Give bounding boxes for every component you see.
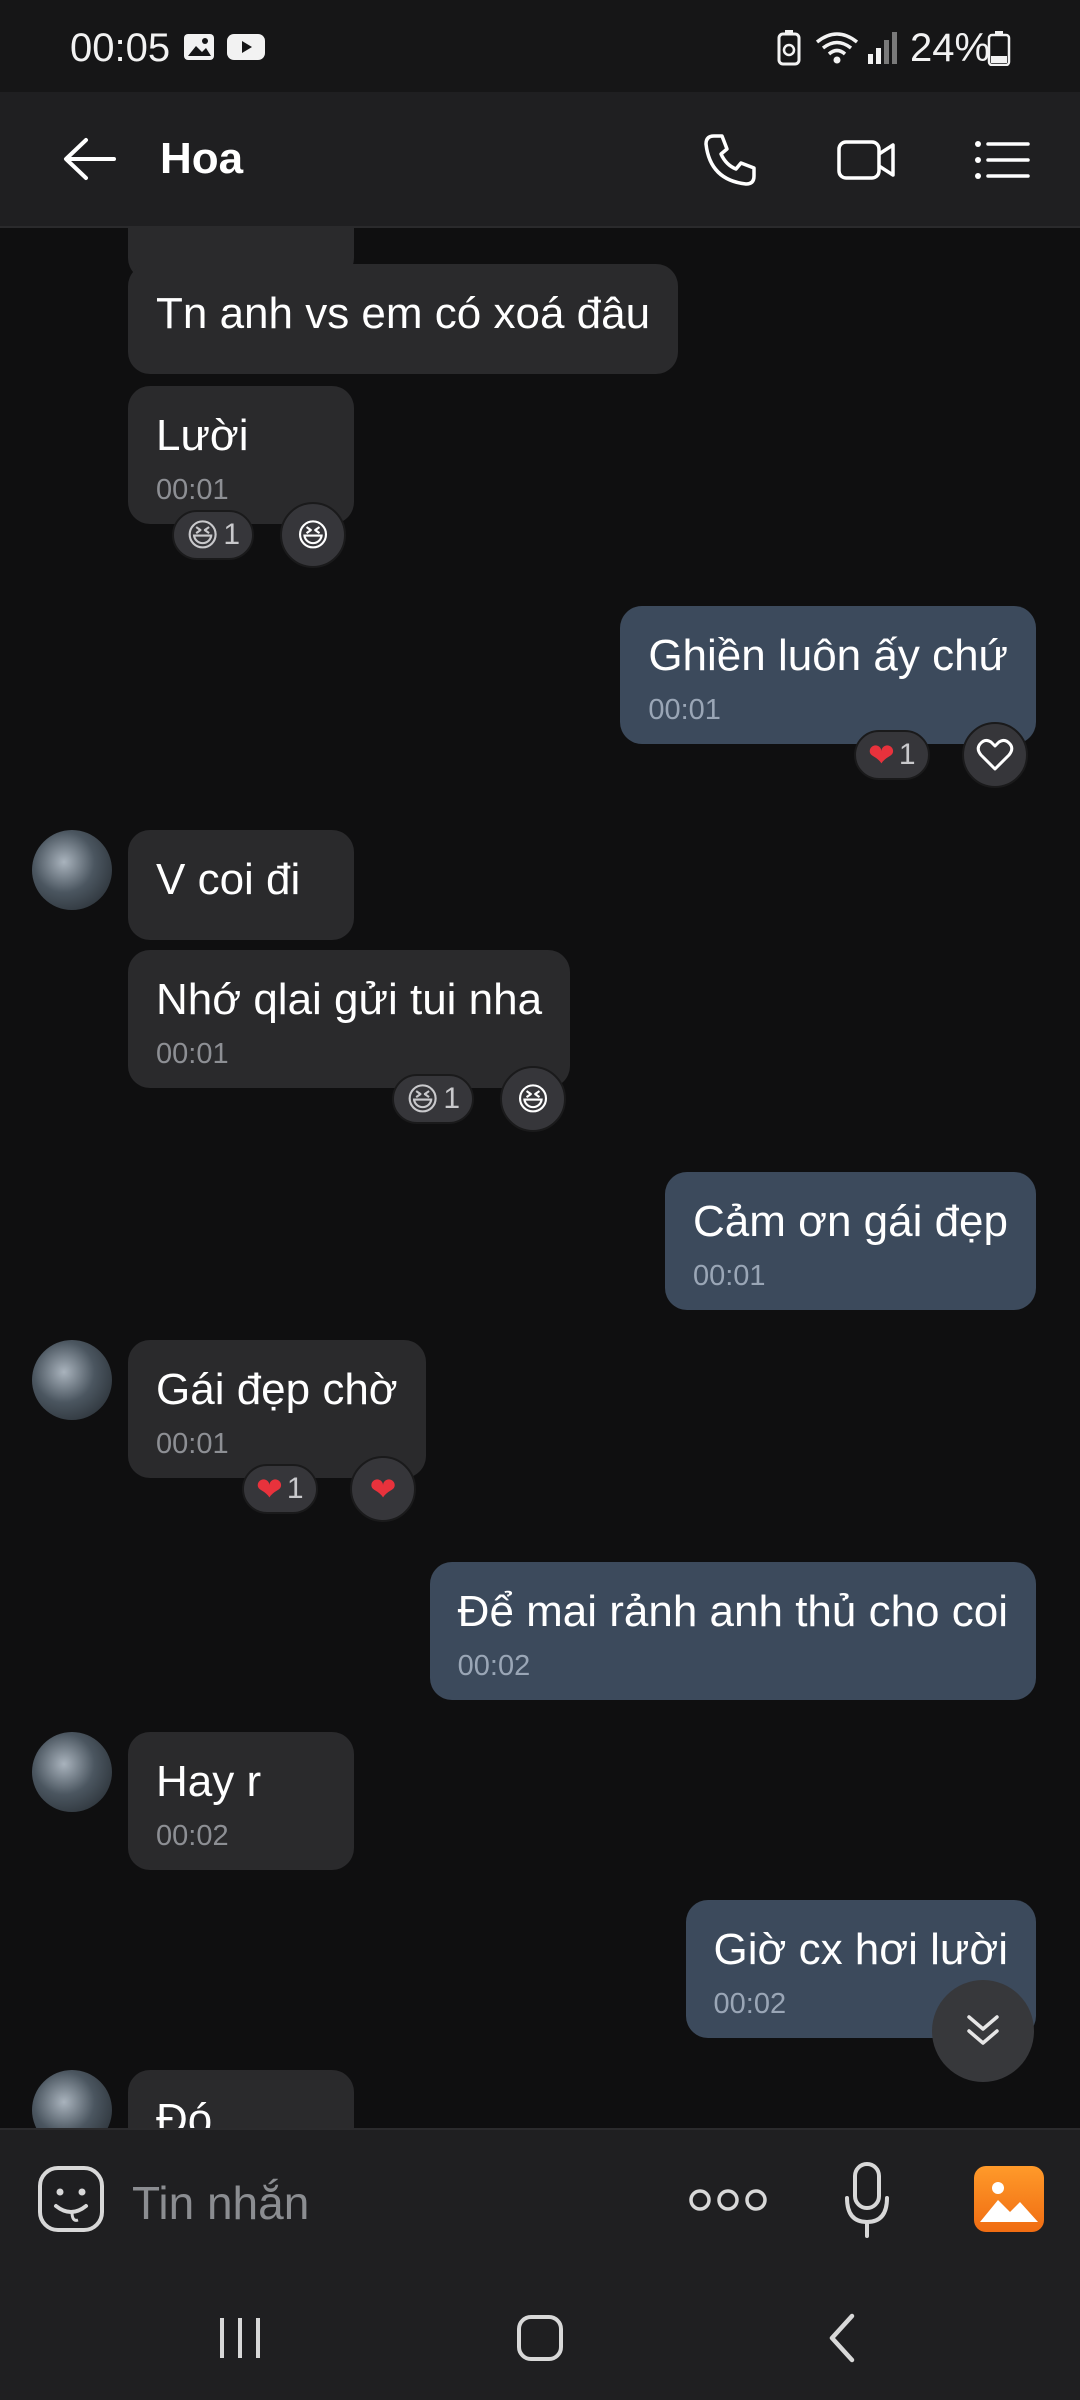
- status-bar: 00:05 24%: [0, 0, 1080, 92]
- chat-area[interactable]: Tn anh vs em có xoá đâu Lười 00:01 😆 1 😆…: [0, 228, 1080, 2128]
- message-text: Hay r: [156, 1757, 262, 1806]
- mic-icon[interactable]: [842, 2160, 892, 2240]
- menu-icon[interactable]: [972, 130, 1032, 190]
- message-bubble-incoming[interactable]: Tn anh vs em có xoá đâu: [128, 264, 679, 374]
- message-text: V coi đi: [156, 855, 301, 904]
- reaction-summary[interactable]: ❤ 1: [854, 730, 930, 780]
- reaction-summary[interactable]: 😆 1: [172, 510, 255, 560]
- reaction-count: 1: [286, 1472, 304, 1505]
- avatar[interactable]: [32, 2070, 112, 2128]
- reaction-count: 1: [898, 738, 916, 771]
- message-time: 00:01: [692, 1260, 766, 1292]
- back-icon[interactable]: [814, 2310, 874, 2366]
- heart-outline-icon: [976, 738, 1014, 771]
- message-text: Tn anh vs em có xoá đâu: [156, 289, 651, 338]
- message-text: Để mai rảnh anh thủ cho coi: [457, 1587, 1008, 1636]
- wifi-icon: [815, 32, 859, 64]
- system-navigation-bar: [0, 2270, 1080, 2400]
- message-bubble-incoming[interactable]: Hay r 00:02: [128, 1732, 354, 1870]
- laughing-face-icon: 😆: [406, 1081, 440, 1117]
- avatar[interactable]: [32, 1732, 112, 1812]
- back-arrow-icon[interactable]: [60, 134, 120, 184]
- heart-icon: ❤: [868, 737, 895, 773]
- message-time: 00:02: [156, 1820, 229, 1852]
- double-chevron-down-icon: [967, 2015, 999, 2045]
- message-text: Gái đẹp chờ: [156, 1365, 398, 1414]
- laughing-face-icon: 😆: [186, 517, 220, 553]
- laughing-face-icon: 😆: [296, 517, 330, 553]
- battery-percent: 24%: [910, 26, 991, 70]
- avatar[interactable]: [32, 1340, 112, 1420]
- message-bubble-incoming[interactable]: Đó: [128, 2070, 354, 2128]
- add-reaction-button[interactable]: 😆: [500, 1066, 566, 1132]
- app-bar: Hoa: [0, 92, 1080, 228]
- message-time: 00:01: [648, 694, 721, 726]
- message-composer: [0, 2128, 1080, 2272]
- phone-icon[interactable]: [700, 130, 760, 190]
- scroll-to-bottom-button[interactable]: [932, 1980, 1034, 2082]
- more-icon[interactable]: [688, 2180, 768, 2220]
- message-text: Đó: [156, 2095, 213, 2128]
- message-bubble-outgoing[interactable]: Ghiền luôn ấy chứ 00:01: [620, 606, 1036, 744]
- image-icon: [184, 34, 214, 60]
- add-reaction-button[interactable]: [962, 722, 1028, 788]
- battery-saver-icon: [777, 30, 801, 66]
- contact-name[interactable]: Hoa: [160, 134, 243, 184]
- status-time: 00:05: [70, 26, 171, 70]
- avatar[interactable]: [32, 830, 112, 910]
- gallery-button[interactable]: [974, 2166, 1044, 2232]
- add-reaction-button[interactable]: ❤: [350, 1456, 416, 1522]
- add-reaction-button[interactable]: 😆: [280, 502, 346, 568]
- message-text: Cảm ơn gái đẹp: [692, 1197, 1008, 1246]
- message-bubble-outgoing[interactable]: Để mai rảnh anh thủ cho coi 00:02: [429, 1562, 1036, 1700]
- message-time: 00:01: [156, 1428, 229, 1460]
- battery-icon: [987, 31, 1011, 66]
- message-text: Giờ cx hơi lười: [713, 1925, 1009, 1974]
- reaction-summary[interactable]: ❤ 1: [242, 1464, 318, 1514]
- youtube-icon: [227, 34, 265, 60]
- message-time: 00:01: [156, 1038, 229, 1070]
- sticker-icon[interactable]: [36, 2164, 106, 2234]
- message-text: Ghiền luôn ấy chứ: [648, 631, 1008, 680]
- message-text: Lười: [156, 411, 249, 460]
- message-text: Nhớ qlai gửi tui nha: [156, 975, 543, 1024]
- recent-apps-icon[interactable]: [210, 2310, 270, 2366]
- video-icon[interactable]: [836, 130, 896, 190]
- reaction-summary[interactable]: 😆 1: [392, 1074, 475, 1124]
- signal-icon: [868, 32, 897, 64]
- message-bubble-outgoing[interactable]: Cảm ơn gái đẹp 00:01: [664, 1172, 1036, 1310]
- reaction-count: 1: [443, 1082, 461, 1115]
- message-bubble-incoming[interactable]: Nhớ qlai gửi tui nha 00:01: [128, 950, 571, 1088]
- message-time: 00:02: [457, 1650, 531, 1682]
- gallery-icon: [980, 2182, 1038, 2222]
- laughing-face-icon: 😆: [516, 1081, 550, 1117]
- message-input[interactable]: [130, 2170, 634, 2236]
- message-time: 00:01: [156, 474, 229, 506]
- home-icon[interactable]: [510, 2310, 570, 2366]
- heart-icon: ❤: [369, 1471, 397, 1507]
- heart-icon: ❤: [256, 1471, 283, 1507]
- reaction-count: 1: [223, 518, 241, 551]
- message-bubble-incoming[interactable]: V coi đi: [128, 830, 354, 940]
